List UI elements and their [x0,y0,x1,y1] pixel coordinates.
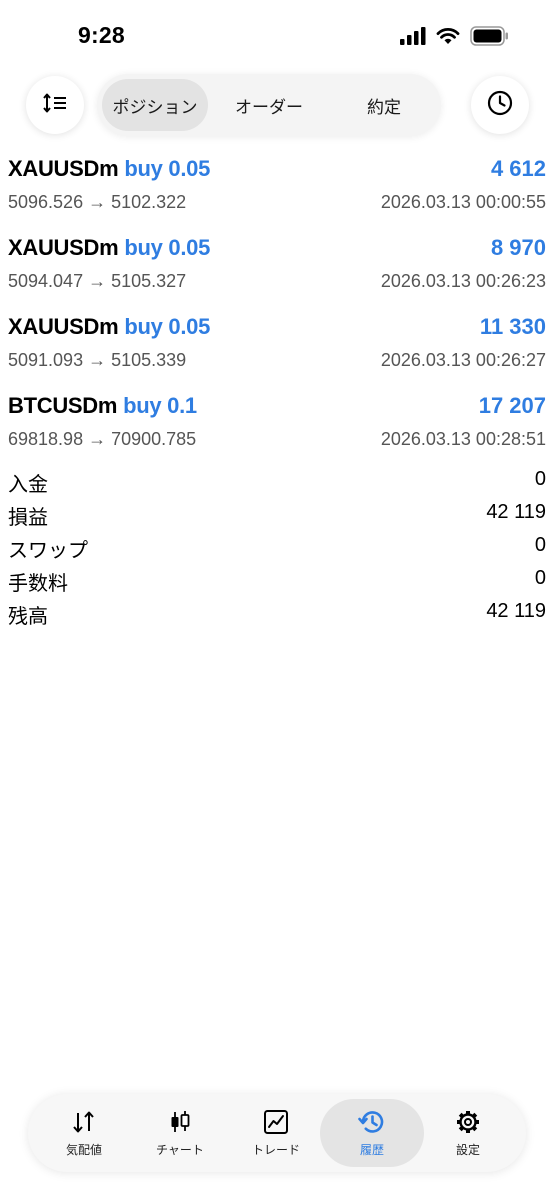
tab-chart-label: チャート [156,1143,204,1157]
tab-deals-label: 約定 [367,97,401,117]
tab-quotes-label: 気配値 [65,1143,102,1157]
summary-label: 残高 [8,606,48,628]
wifi-icon [436,27,460,50]
sort-icon [43,93,67,118]
deal-time: 2026.03.13 00:26:27 [380,350,546,370]
segmented-control: ポジション オーダー 約定 [97,74,441,136]
deal-side: buy 0.1 [123,393,197,418]
deals-list: XAUUSDm buy 0.05 4 612 5096.526 → 5102.32… [0,152,554,468]
deal-symbol: XAUUSDm buy 0.05 [8,235,210,261]
summary-deposit: 入金 0 [0,466,554,499]
summary-label: 損益 [8,507,48,529]
symbol-name: BTCUSDm [8,393,118,418]
deal-symbol: XAUUSDm buy 0.05 [8,156,210,182]
status-time: 9:28 [78,22,125,48]
candlestick-icon [168,1108,192,1136]
deal-time: 2026.03.13 00:26:23 [380,271,546,291]
deal-side: buy 0.05 [124,314,211,339]
summary-label: 手数料 [8,573,68,595]
tab-positions[interactable]: ポジション [102,79,208,131]
top-bar: ポジション オーダー 約定 [0,74,554,138]
deal-prices: 5094.047 → 5105.327 [8,271,187,291]
list-item[interactable]: XAUUSDm buy 0.05 8 970 5094.047 → 5105.32… [0,231,554,310]
clock-icon [487,90,513,121]
deal-profit: 4 612 [490,156,546,181]
deal-prices: 69818.98 → 70900.785 [8,429,197,449]
summary-value: 0 [534,534,546,556]
tab-trade[interactable]: トレード [228,1099,324,1167]
tab-history[interactable]: 履歴 [320,1099,424,1167]
summary-value: 0 [534,468,546,490]
tab-trade-label: トレード [251,1143,300,1157]
deal-symbol: XAUUSDm buy 0.05 [8,314,210,340]
symbol-name: XAUUSDm [8,314,119,339]
status-bar: 9:28 [0,0,554,70]
list-item[interactable]: XAUUSDm buy 0.05 4 612 5096.526 → 5102.32… [0,152,554,231]
tab-chart[interactable]: チャート [132,1099,228,1167]
summary-label: 入金 [8,474,48,496]
summary-value: 42 119 [486,501,546,523]
tab-positions-label: ポジション [112,97,198,117]
history-icon [358,1108,386,1136]
summary-value: 0 [534,567,546,589]
tab-orders[interactable]: オーダー [215,79,323,131]
status-icons [400,26,510,51]
tab-settings[interactable]: 設定 [420,1099,516,1167]
deal-symbol: BTCUSDm buy 0.1 [8,393,197,419]
deal-side: buy 0.05 [124,156,211,181]
signal-icon [400,27,426,50]
tab-bar: 気配値 チャート トレード 履歴 設定 [28,1094,526,1172]
gear-icon [455,1108,481,1136]
symbol-name: XAUUSDm [8,235,119,260]
summary-balance: 残高 42 119 [0,598,554,631]
summary-profit: 損益 42 119 [0,499,554,532]
trade-chart-icon [263,1108,289,1136]
tab-settings-label: 設定 [455,1143,480,1157]
summary: 入金 0 損益 42 119 スワップ 0 手数料 0 残高 42 119 [0,466,554,631]
tab-history-label: 履歴 [359,1143,384,1157]
deal-prices: 5096.526 → 5102.322 [8,192,187,212]
symbol-name: XAUUSDm [8,156,119,181]
deal-profit: 11 330 [479,314,546,339]
tab-deals[interactable]: 約定 [329,79,439,131]
deal-time: 2026.03.13 00:28:51 [380,429,546,449]
list-item[interactable]: XAUUSDm buy 0.05 11 330 5091.093 → 5105.3… [0,310,554,389]
summary-swap: スワップ 0 [0,532,554,565]
arrows-updown-icon [71,1108,97,1136]
deal-side: buy 0.05 [124,235,211,260]
list-item[interactable]: BTCUSDm buy 0.1 17 207 69818.98 → 70900.7… [0,389,554,468]
deal-prices: 5091.093 → 5105.339 [8,350,187,370]
tab-orders-label: オーダー [235,97,303,117]
summary-label: スワップ [8,540,88,562]
summary-commission: 手数料 0 [0,565,554,598]
sort-button[interactable] [26,76,84,134]
deal-profit: 8 970 [490,235,546,260]
period-button[interactable] [471,76,529,134]
battery-icon [470,26,510,51]
deal-profit: 17 207 [478,393,546,418]
deal-time: 2026.03.13 00:00:55 [380,192,546,212]
summary-value: 42 119 [486,600,546,622]
tab-quotes[interactable]: 気配値 [36,1099,132,1167]
